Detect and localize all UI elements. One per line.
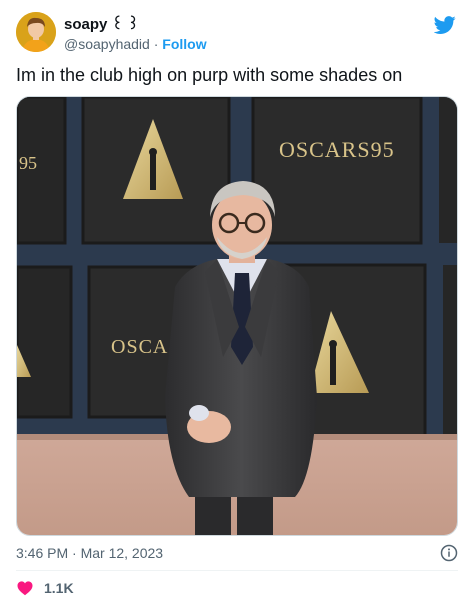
handle[interactable]: @soapyhadid [64,36,150,52]
heart-icon[interactable] [16,579,34,597]
likes-row[interactable]: 1.1K [16,578,74,598]
tweet-timestamp[interactable]: 3:46 PM · Mar 12, 2023 [16,544,163,562]
tweet-card: soapy ꒰ ꒱ @soapyhadid · Follow Im in the… [0,0,474,606]
handle-line: @soapyhadid · Follow [64,35,207,53]
display-name[interactable]: soapy ꒰ ꒱ [64,16,207,34]
tweet-photo[interactable]: OSCARS95 OSCA 95 [16,96,458,536]
info-icon[interactable] [440,544,458,562]
twitter-bird-icon[interactable] [434,14,456,36]
follow-button[interactable]: Follow [162,36,206,52]
backdrop-text-right: OSCARS95 [279,137,395,162]
backdrop-text-edge: 95 [19,153,37,173]
tweet-text: Im in the club high on purp with some sh… [16,65,403,85]
tweet-header: soapy ꒰ ꒱ @soapyhadid · Follow [16,12,458,56]
backdrop-text-partial: OSCA [111,336,168,358]
avatar[interactable] [16,12,56,52]
separator: · [149,36,163,52]
like-count: 1.1K [44,580,74,596]
divider [16,570,458,571]
author-block: soapy ꒰ ꒱ @soapyhadid · Follow [64,16,207,53]
